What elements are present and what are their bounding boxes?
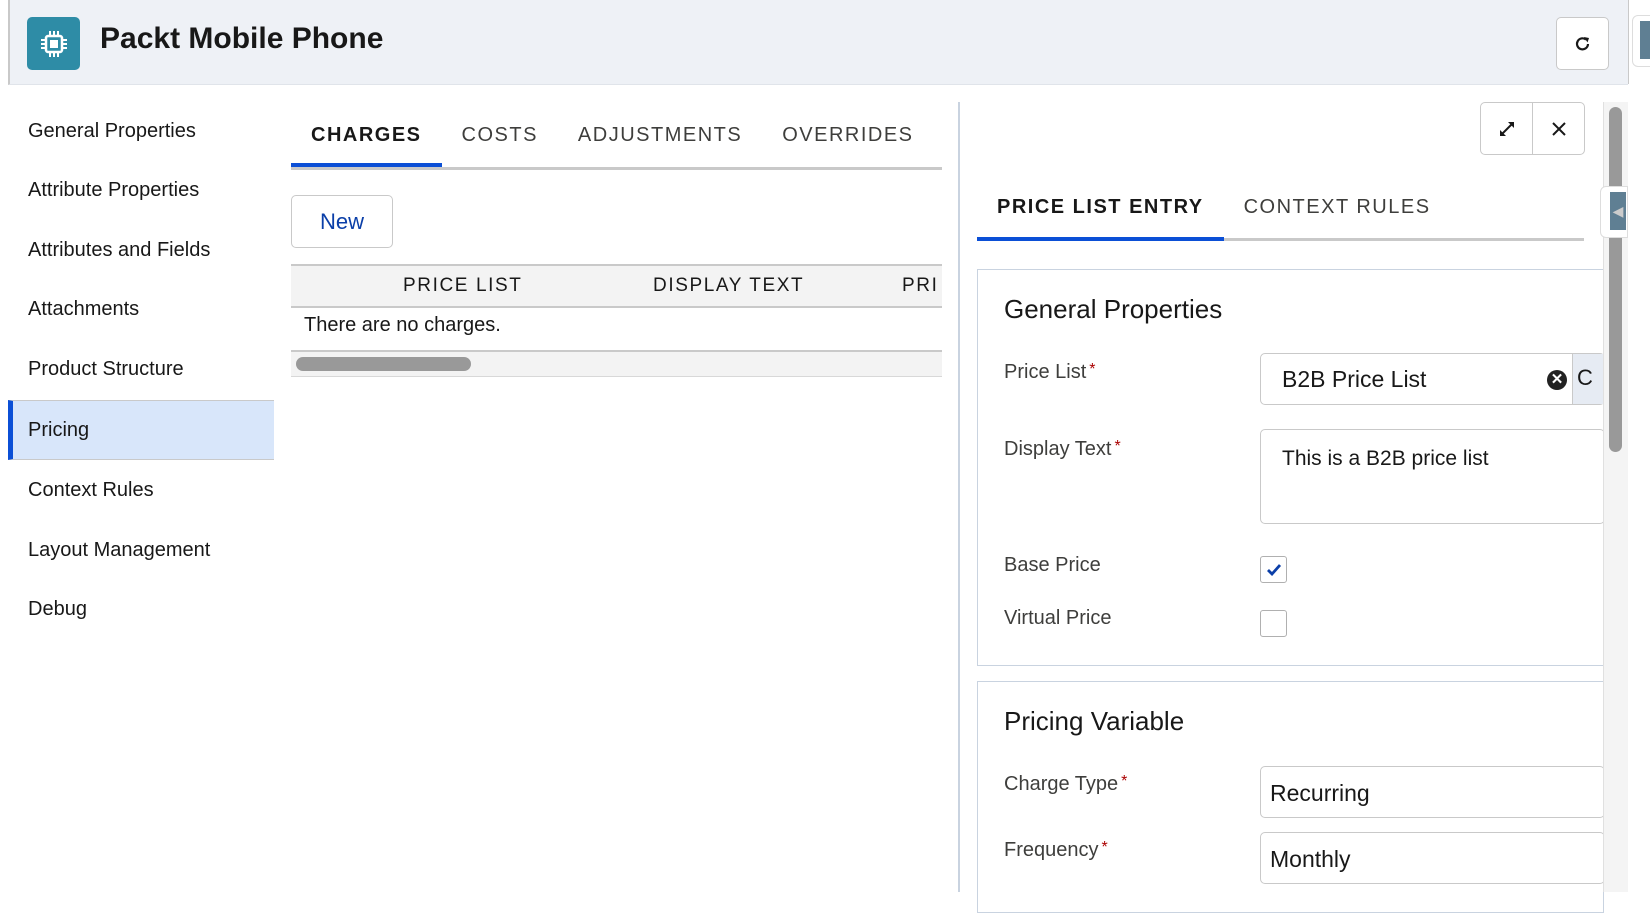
panel-actions — [1480, 102, 1585, 155]
sidebar-item-label: Debug — [28, 597, 87, 620]
frequency-value: Monthly — [1270, 846, 1351, 872]
pricing-tabs: CHARGES COSTS ADJUSTMENTS OVERRIDES — [291, 112, 942, 170]
charge-type-label: Charge Type * — [1004, 773, 1128, 795]
new-charge-button[interactable]: New — [291, 195, 393, 248]
sidebar-item-product-structure[interactable]: Product Structure — [8, 340, 274, 398]
checkmark-icon — [1266, 563, 1281, 576]
price-list-lookup[interactable]: B2B Price List ✕ C — [1260, 353, 1605, 405]
sidebar-item-attributes-and-fields[interactable]: Attributes and Fields — [8, 221, 274, 279]
sidebar-item-context-rules[interactable]: Context Rules — [8, 461, 274, 519]
sidebar-item-label: Context Rules — [28, 478, 154, 501]
column-header-price[interactable]: PRI — [902, 275, 938, 297]
price-list-label: Price List * — [1004, 361, 1096, 383]
required-marker: * — [1101, 839, 1108, 856]
section-title: Pricing Variable — [1004, 706, 1185, 736]
search-lookup-button[interactable]: C — [1572, 354, 1605, 404]
virtual-price-label: Virtual Price — [1004, 607, 1112, 629]
base-price-label: Base Price — [1004, 554, 1101, 576]
utility-tab-handle — [1640, 21, 1650, 59]
charge-type-select[interactable]: Recurring — [1260, 766, 1605, 818]
column-header-display-text[interactable]: DISPLAY TEXT — [653, 275, 804, 297]
section-title: General Properties — [1004, 294, 1223, 324]
tab-costs[interactable]: COSTS — [442, 112, 558, 164]
empty-table-message: There are no charges. — [304, 314, 501, 336]
general-properties-section: General Properties Price List * B2B Price… — [977, 269, 1605, 666]
display-text-label: Display Text * — [1004, 438, 1121, 460]
sidebar-item-layout-management[interactable]: Layout Management — [8, 521, 274, 579]
refresh-icon — [1575, 36, 1589, 50]
required-marker: * — [1114, 438, 1121, 455]
sidebar-item-general-properties[interactable]: General Properties — [8, 102, 274, 160]
panel-tabs: PRICE LIST ENTRY CONTEXT RULES — [977, 186, 1584, 241]
expand-icon — [1499, 121, 1514, 136]
sidebar-item-debug[interactable]: Debug — [8, 580, 274, 638]
tab-context-rules[interactable]: CONTEXT RULES — [1224, 186, 1451, 238]
tab-charges[interactable]: CHARGES — [291, 112, 442, 167]
horizontal-scrollbar-thumb[interactable] — [296, 357, 471, 371]
refresh-button[interactable] — [1556, 17, 1609, 70]
sidebar-item-label: Attributes and Fields — [28, 238, 211, 261]
pricing-variable-section: Pricing Variable Charge Type * Recurring … — [977, 681, 1605, 913]
sidebar-item-label: Attribute Properties — [28, 178, 200, 201]
panel-divider — [958, 102, 960, 892]
sidebar-item-label: Pricing — [28, 418, 90, 441]
charges-table-header: PRICE LIST DISPLAY TEXT PRI — [291, 264, 942, 308]
window-edge — [1628, 0, 1629, 84]
required-marker: * — [1089, 361, 1096, 378]
base-price-checkbox[interactable] — [1260, 556, 1287, 583]
chevron-left-icon: ◀ — [1610, 192, 1626, 230]
display-text-field[interactable]: This is a B2B price list — [1260, 429, 1605, 524]
close-icon — [1551, 121, 1566, 136]
clear-icon[interactable]: ✕ — [1547, 370, 1567, 390]
sidebar-item-label: Product Structure — [28, 357, 184, 380]
frequency-label: Frequency * — [1004, 839, 1108, 861]
display-text-value: This is a B2B price list — [1282, 447, 1489, 470]
sidebar-item-attribute-properties[interactable]: Attribute Properties — [8, 161, 274, 219]
column-header-price-list[interactable]: PRICE LIST — [403, 275, 522, 297]
virtual-price-checkbox[interactable] — [1260, 610, 1287, 637]
close-button[interactable] — [1532, 103, 1584, 154]
sidebar-item-label: Attachments — [28, 297, 140, 320]
tab-adjustments[interactable]: ADJUSTMENTS — [558, 112, 762, 164]
required-marker: * — [1121, 773, 1128, 790]
expand-button[interactable] — [1481, 103, 1532, 154]
chip-icon — [27, 17, 80, 70]
charge-type-value: Recurring — [1270, 780, 1370, 806]
page-title: Packt Mobile Phone — [100, 22, 384, 55]
tab-overrides[interactable]: OVERRIDES — [762, 112, 933, 164]
tab-price-list-entry[interactable]: PRICE LIST ENTRY — [977, 186, 1224, 241]
sidebar-item-label: Layout Management — [28, 538, 211, 561]
vertical-scrollbar-thumb[interactable] — [1609, 107, 1622, 452]
sidebar-item-attachments[interactable]: Attachments — [8, 280, 274, 338]
sidebar-item-pricing[interactable]: Pricing — [8, 400, 274, 460]
price-list-value: B2B Price List — [1282, 366, 1427, 392]
sidebar-item-label: General Properties — [28, 119, 196, 142]
frequency-select[interactable]: Monthly — [1260, 832, 1605, 884]
